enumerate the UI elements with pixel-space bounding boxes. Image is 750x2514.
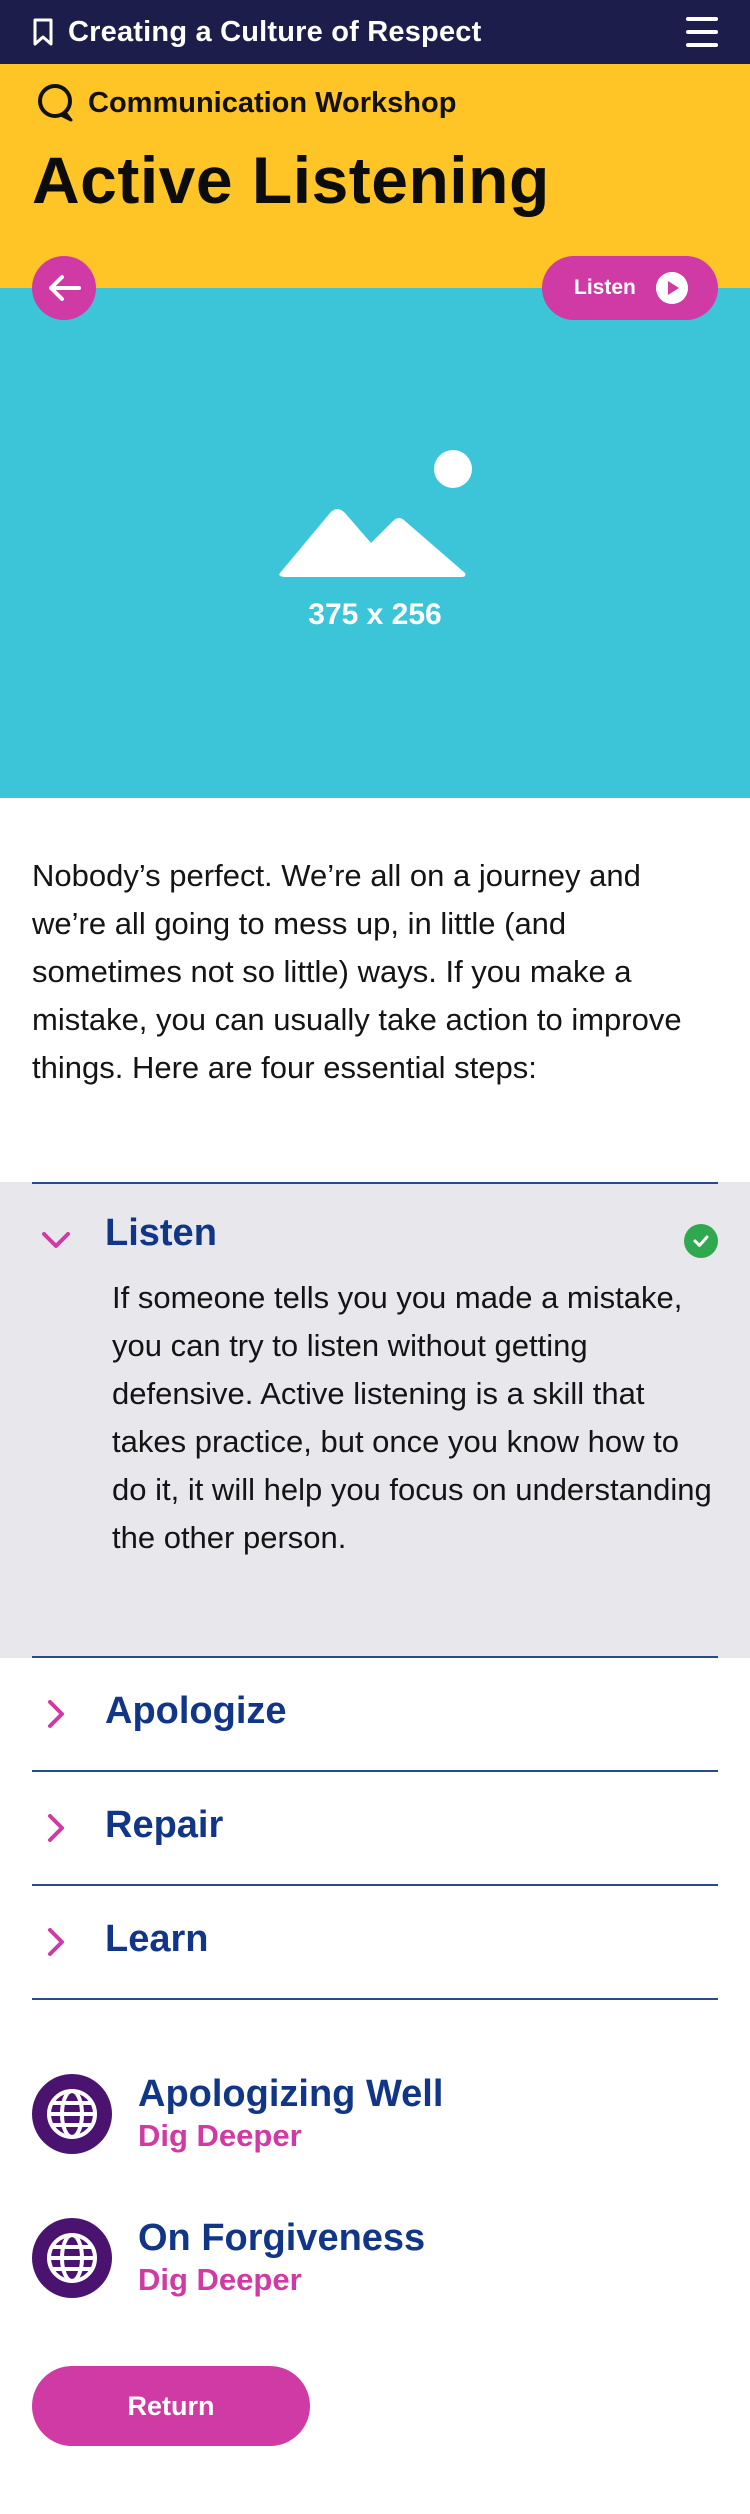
globe-icon bbox=[32, 2074, 112, 2154]
return-button[interactable]: Return bbox=[32, 2366, 310, 2446]
chevron-down-icon bbox=[42, 1232, 70, 1248]
workshop-kicker: Communication Workshop bbox=[34, 82, 456, 124]
chevron-right-icon bbox=[48, 1928, 64, 1956]
completed-check-icon bbox=[684, 1224, 718, 1258]
dig-deeper-subtitle: Dig Deeper bbox=[138, 2118, 302, 2153]
hero-image: Listen 375 x 256 bbox=[0, 256, 750, 798]
workshop-name: Communication Workshop bbox=[88, 86, 457, 119]
dig-deeper-link-on-forgiveness[interactable]: On Forgiveness Dig Deeper bbox=[32, 2216, 425, 2300]
app-title: Creating a Culture of Respect bbox=[68, 15, 482, 48]
chat-bubble-icon bbox=[38, 84, 73, 122]
accordion-item-repair[interactable]: Repair bbox=[0, 1772, 750, 1884]
bookmark-icon[interactable] bbox=[32, 18, 54, 46]
accordion-body-listen: If someone tells you you made a mistake,… bbox=[112, 1280, 712, 1555]
accordion-item-apologize[interactable]: Apologize bbox=[0, 1658, 750, 1770]
dig-deeper-title: Apologizing Well bbox=[138, 2073, 444, 2115]
arrow-left-icon bbox=[49, 275, 81, 301]
intro-paragraph: Nobody’s perfect. We’re all on a journey… bbox=[32, 858, 682, 1085]
page-title: Active Listening bbox=[32, 143, 550, 217]
hamburger-menu-icon[interactable] bbox=[686, 17, 718, 47]
chevron-right-icon bbox=[48, 1814, 64, 1842]
accordion-title-learn: Learn bbox=[105, 1918, 209, 1960]
accordion-title-listen: Listen bbox=[105, 1212, 217, 1254]
placeholder-dimensions: 375 x 256 bbox=[308, 598, 442, 631]
accordion-item-listen[interactable]: Listen bbox=[0, 1182, 750, 1272]
back-button[interactable] bbox=[32, 256, 96, 320]
globe-icon bbox=[32, 2218, 112, 2298]
top-bar: Creating a Culture of Respect bbox=[0, 0, 750, 64]
listen-audio-button[interactable]: Listen bbox=[542, 256, 718, 320]
play-icon bbox=[656, 272, 688, 304]
page-header: Communication Workshop Active Listening bbox=[0, 64, 750, 288]
accordion-title-apologize: Apologize bbox=[105, 1690, 287, 1732]
accordion-title-repair: Repair bbox=[105, 1804, 224, 1846]
chevron-right-icon bbox=[48, 1700, 64, 1728]
accordion-item-learn[interactable]: Learn bbox=[0, 1886, 750, 1998]
dig-deeper-subtitle: Dig Deeper bbox=[138, 2262, 302, 2297]
dig-deeper-link-apologizing-well[interactable]: Apologizing Well Dig Deeper bbox=[32, 2072, 443, 2156]
dig-deeper-title: On Forgiveness bbox=[138, 2217, 426, 2259]
accordion-divider bbox=[32, 1998, 718, 2000]
listen-label: Listen bbox=[574, 276, 636, 299]
